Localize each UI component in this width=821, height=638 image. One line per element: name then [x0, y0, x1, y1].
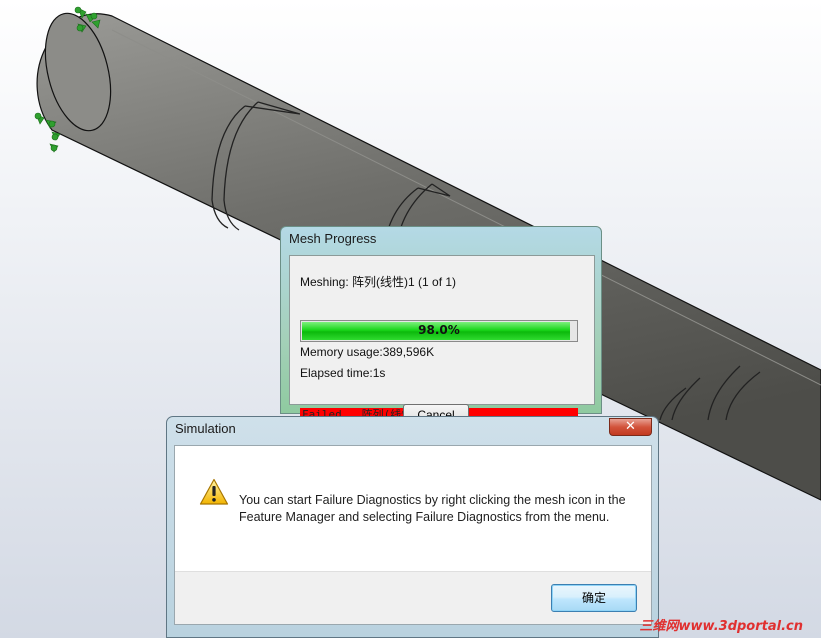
- close-icon: ✕: [625, 419, 636, 434]
- simulation-dialog-body: You can start Failure Diagnostics by rig…: [174, 445, 652, 625]
- ok-button[interactable]: 确定: [551, 584, 637, 612]
- mesh-progress-body: Meshing: 阵列(线性)1 (1 of 1) 98.0% Memory u…: [289, 255, 595, 422]
- memory-usage-label: Memory usage:389,596K: [300, 345, 435, 359]
- simulation-message: You can start Failure Diagnostics by rig…: [239, 493, 626, 524]
- mesh-progress-percent: 98.0%: [418, 323, 460, 337]
- watermark: 三维网www.3dportal.cn: [639, 619, 803, 634]
- simulation-dialog-footer: 确定: [175, 571, 651, 624]
- meshing-label: Meshing: 阵列(线性)1 (1 of 1): [300, 275, 457, 289]
- close-button[interactable]: ✕: [609, 418, 652, 436]
- mesh-progress-bar: 98.0%: [300, 320, 578, 342]
- mesh-progress-dialog: Mesh Progress Meshing: 阵列(线性)1 (1 of 1) …: [280, 226, 602, 426]
- elapsed-time-label: Elapsed time:1s: [300, 366, 386, 380]
- mesh-progress-title[interactable]: Mesh Progress: [281, 227, 601, 251]
- simulation-dialog: Simulation ✕ You can start Failure Diagn…: [166, 416, 659, 638]
- warning-icon: [199, 478, 229, 505]
- simulation-dialog-title[interactable]: Simulation: [167, 417, 658, 441]
